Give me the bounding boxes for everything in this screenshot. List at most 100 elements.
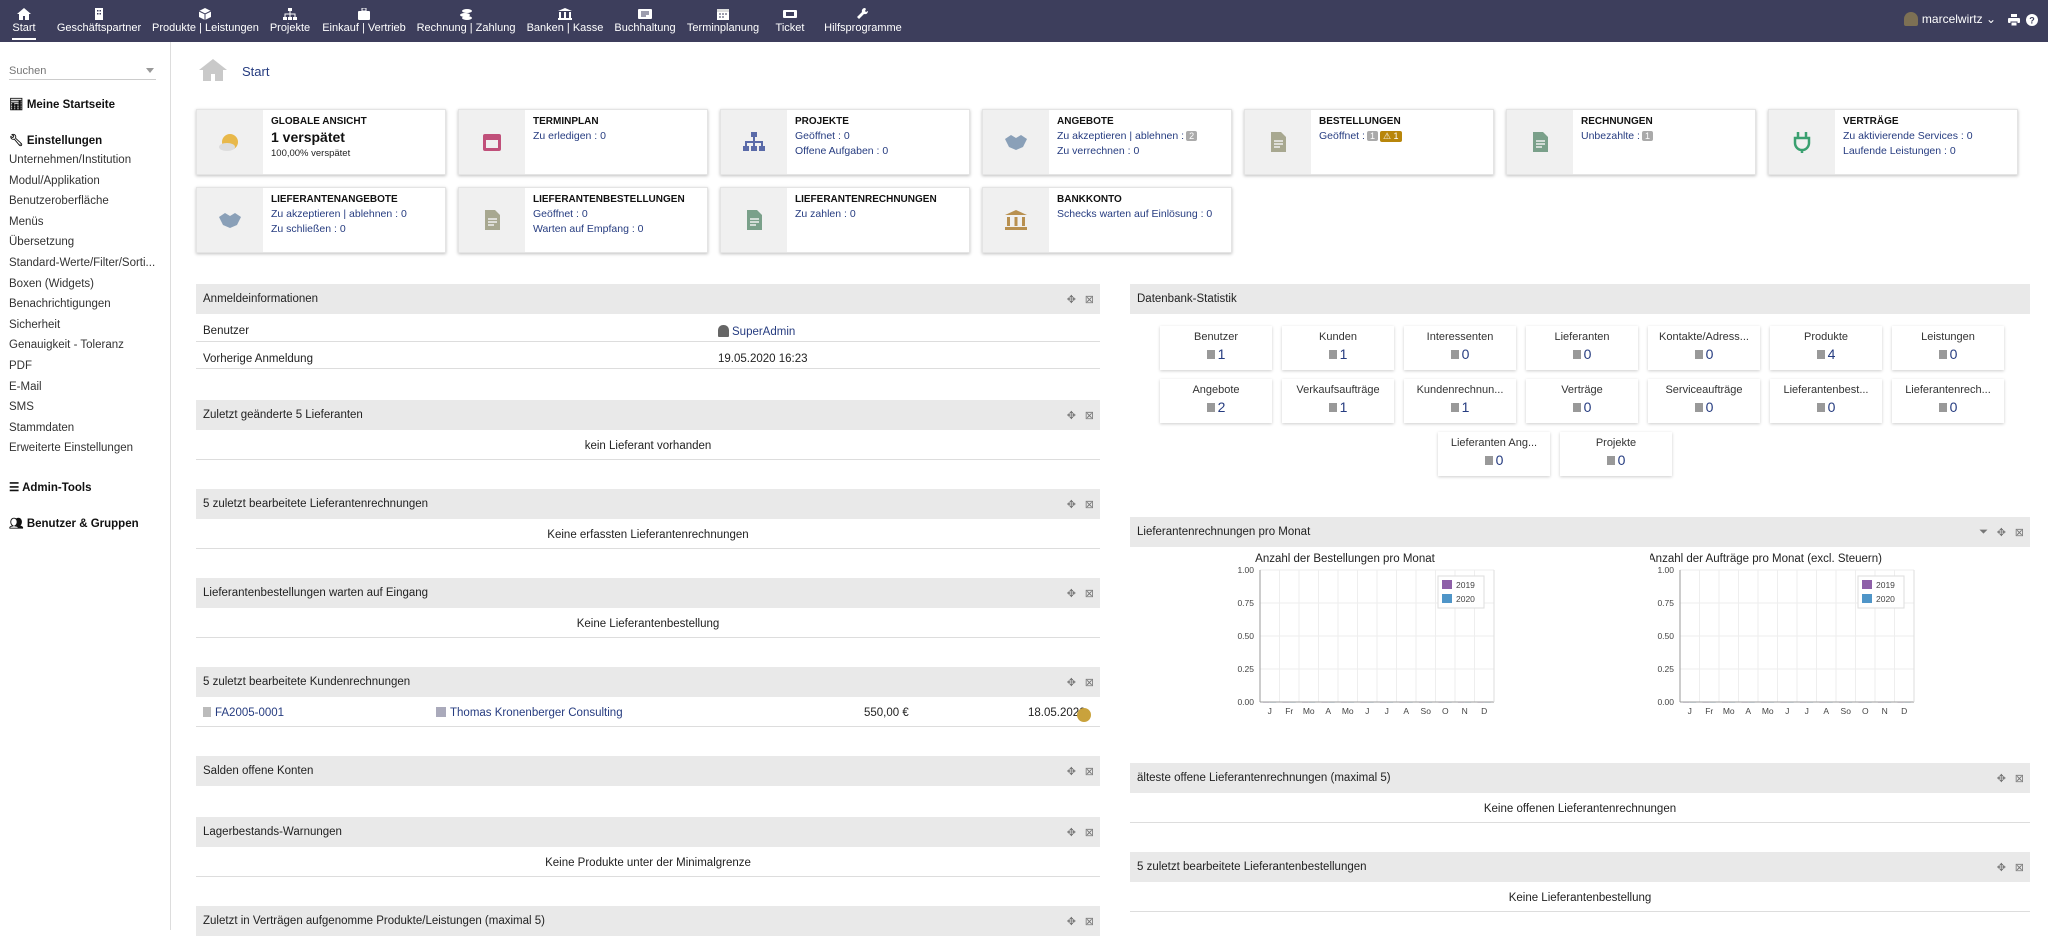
menu-start[interactable]: Start: [6, 0, 42, 42]
move-icon[interactable]: ✥: [1067, 915, 1076, 928]
info-card[interactable]: Bestellungen Geöffnet :1 ⚠ 1: [1244, 109, 1494, 175]
card-line-1[interactable]: Schecks warten auf Einlösung : 0: [1057, 208, 1212, 220]
menu-business-partners[interactable]: Geschäftspartner: [56, 0, 142, 42]
info-card[interactable]: Bankkonto Schecks warten auf Einlösung : …: [982, 187, 1232, 253]
info-card[interactable]: Lieferantenangebote Zu akzeptieren | able…: [196, 187, 446, 253]
close-icon[interactable]: ⊠: [1085, 826, 1094, 839]
filter-icon[interactable]: ⏷: [1979, 526, 1988, 539]
card-line-2[interactable]: Warten auf Empfang : 0: [533, 223, 644, 235]
stat-tile[interactable]: Lieferanten Ang... 0: [1438, 432, 1550, 476]
info-card[interactable]: Angebote Zu akzeptieren | ablehnen :2 Zu v…: [982, 109, 1232, 175]
stat-tile[interactable]: Projekte 0: [1560, 432, 1672, 476]
menu-invoice-payment[interactable]: Rechnung | Zahlung: [416, 0, 516, 42]
menu-tools[interactable]: Hilfsprogramme: [820, 0, 906, 42]
card-line-2[interactable]: Zu schließen : 0: [271, 223, 346, 235]
sidebar-item-settings[interactable]: 🔧︎ Einstellungen: [9, 133, 102, 147]
info-card[interactable]: Lieferantenbestellungen Geöffnet : 0 Warte…: [458, 187, 708, 253]
stat-tile[interactable]: Kontakte/Adress... 0: [1648, 326, 1760, 370]
close-icon[interactable]: ⊠: [1085, 587, 1094, 600]
sidebar-item-users-groups[interactable]: 👥︎ Benutzer & Gruppen: [9, 516, 139, 530]
sidebar-item[interactable]: E-Mail: [9, 381, 42, 393]
menu-projects[interactable]: Projekte: [268, 0, 312, 42]
invoice-ref[interactable]: FA2005-0001: [203, 707, 284, 719]
card-line-1[interactable]: Geöffnet :1 ⚠ 1: [1319, 130, 1402, 142]
move-icon[interactable]: ✥: [1067, 293, 1076, 306]
sidebar-item[interactable]: Benutzeroberfläche: [9, 195, 109, 207]
menu-scheduling[interactable]: Terminplanung: [684, 0, 762, 42]
card-line-1[interactable]: Zu aktivierende Services : 0: [1843, 130, 1973, 142]
info-card[interactable]: Lieferantenrechnungen Zu zahlen : 0: [720, 187, 970, 253]
stat-tile[interactable]: Benutzer 1: [1160, 326, 1272, 370]
info-card[interactable]: Globale Ansicht 1 verspätet 100,00% verspä…: [196, 109, 446, 175]
move-icon[interactable]: ✥: [1067, 498, 1076, 511]
sidebar-item[interactable]: Menüs: [9, 216, 44, 228]
card-line-2[interactable]: Laufende Leistungen : 0: [1843, 145, 1956, 157]
sidebar-item[interactable]: Standard-Werte/Filter/Sorti...: [9, 257, 155, 269]
move-icon[interactable]: ✥: [1067, 587, 1076, 600]
close-icon[interactable]: ⊠: [1085, 915, 1094, 928]
menu-banks-cash[interactable]: Banken | Kasse: [526, 0, 604, 42]
menu-purchase-sales[interactable]: Einkauf | Vertrieb: [322, 0, 406, 42]
menu-products-services[interactable]: Produkte | Leistungen: [152, 0, 259, 42]
card-line-1[interactable]: Geöffnet : 0: [795, 130, 850, 142]
chevron-down-icon[interactable]: [146, 68, 154, 73]
menu-ticket[interactable]: Ticket: [770, 0, 810, 42]
info-card[interactable]: Projekte Geöffnet : 0 Offene Aufgaben : 0: [720, 109, 970, 175]
close-icon[interactable]: ⊠: [2015, 861, 2024, 874]
sidebar-item-home[interactable]: 📊︎ Meine Startseite: [9, 97, 115, 111]
stat-tile[interactable]: Lieferanten 0: [1526, 326, 1638, 370]
move-icon[interactable]: ✥: [1997, 861, 2006, 874]
info-card[interactable]: Rechnungen Unbezahlte :1: [1506, 109, 1756, 175]
user-menu[interactable]: marcelwirtz ⌄: [1903, 12, 1996, 26]
move-icon[interactable]: ✥: [1067, 676, 1076, 689]
sidebar-item[interactable]: Benachrichtigungen: [9, 298, 111, 310]
stat-tile[interactable]: Kundenrechnun... 1: [1404, 379, 1516, 423]
stat-tile[interactable]: Lieferantenrech... 0: [1892, 379, 2004, 423]
stat-tile[interactable]: Produkte 4: [1770, 326, 1882, 370]
move-icon[interactable]: ✥: [1067, 765, 1076, 778]
stat-tile[interactable]: Leistungen 0: [1892, 326, 2004, 370]
card-line-1[interactable]: Zu zahlen : 0: [795, 208, 856, 220]
stat-tile[interactable]: Kunden 1: [1282, 326, 1394, 370]
print-icon[interactable]: [2008, 14, 2020, 26]
close-icon[interactable]: ⊠: [1085, 498, 1094, 511]
sidebar-item[interactable]: Übersetzung: [9, 236, 74, 248]
search-input[interactable]: [9, 62, 156, 80]
card-line-1[interactable]: Unbezahlte :1: [1581, 130, 1653, 142]
sidebar-item[interactable]: PDF: [9, 360, 32, 372]
move-icon[interactable]: ✥: [1997, 526, 2006, 539]
card-line-2[interactable]: Offene Aufgaben : 0: [795, 145, 888, 157]
info-card[interactable]: Terminplan Zu erledigen : 0: [458, 109, 708, 175]
card-line-1[interactable]: Geöffnet : 0: [533, 208, 588, 220]
card-line-1[interactable]: Zu akzeptieren | ablehnen : 0: [271, 208, 407, 220]
card-line-1[interactable]: Zu erledigen : 0: [533, 130, 606, 142]
sidebar-item[interactable]: Erweiterte Einstellungen: [9, 442, 133, 454]
sidebar-item[interactable]: Sicherheit: [9, 319, 60, 331]
card-line-1[interactable]: Zu akzeptieren | ablehnen :2: [1057, 130, 1198, 142]
breadcrumb[interactable]: Start: [242, 64, 269, 79]
stat-tile[interactable]: Verträge 0: [1526, 379, 1638, 423]
invoice-company[interactable]: Thomas Kronenberger Consulting: [436, 707, 623, 719]
stat-tile[interactable]: Angebote 2: [1160, 379, 1272, 423]
close-icon[interactable]: ⊠: [1085, 409, 1094, 422]
login-user-value[interactable]: SuperAdmin: [718, 325, 795, 338]
stat-tile[interactable]: Serviceaufträge 0: [1648, 379, 1760, 423]
close-icon[interactable]: ⊠: [1085, 765, 1094, 778]
sidebar-item[interactable]: Stammdaten: [9, 422, 74, 434]
move-icon[interactable]: ✥: [1067, 409, 1076, 422]
sidebar-item[interactable]: Genauigkeit - Toleranz: [9, 339, 124, 351]
close-icon[interactable]: ⊠: [1085, 293, 1094, 306]
menu-accounting[interactable]: Buchhaltung: [612, 0, 678, 42]
close-icon[interactable]: ⊠: [2015, 772, 2024, 785]
move-icon[interactable]: ✥: [1067, 826, 1076, 839]
stat-tile[interactable]: Interessenten 0: [1404, 326, 1516, 370]
sidebar-item[interactable]: SMS: [9, 401, 34, 413]
sidebar-item-admin-tools[interactable]: ☰ Admin-Tools: [9, 480, 92, 494]
stat-tile[interactable]: Lieferantenbest... 0: [1770, 379, 1882, 423]
close-icon[interactable]: ⊠: [1085, 676, 1094, 689]
stat-tile[interactable]: Verkaufsaufträge 1: [1282, 379, 1394, 423]
sidebar-item[interactable]: Unternehmen/Institution: [9, 154, 131, 166]
info-card[interactable]: Verträge Zu aktivierende Services : 0 Lauf…: [1768, 109, 2018, 175]
close-icon[interactable]: ⊠: [2015, 526, 2024, 539]
sidebar-item[interactable]: Modul/Applikation: [9, 175, 100, 187]
